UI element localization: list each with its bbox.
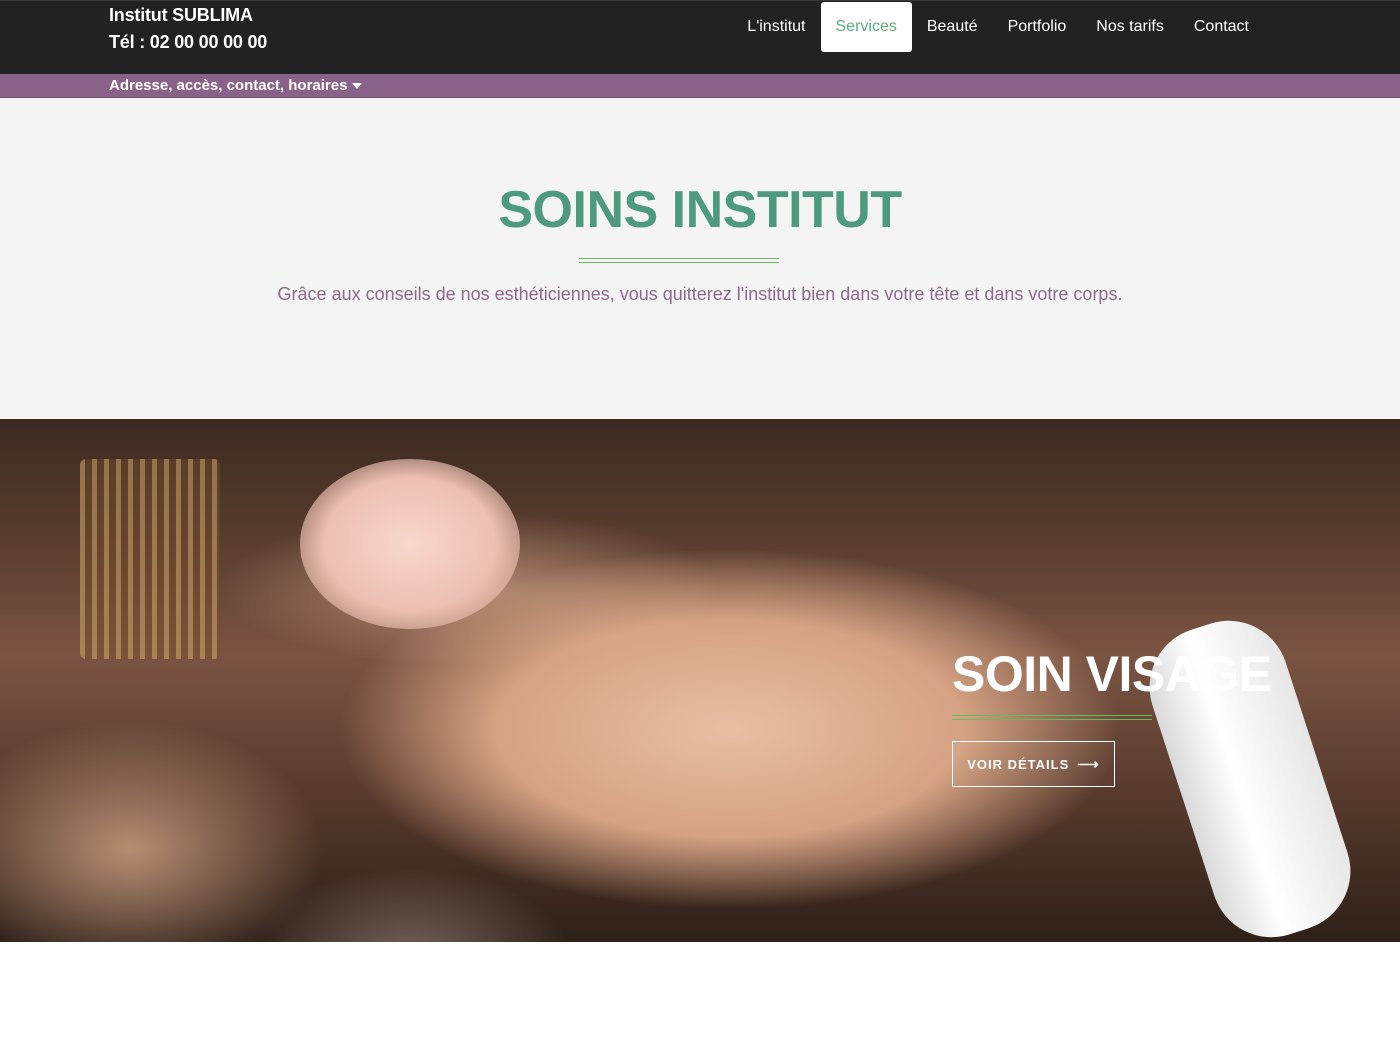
brand-name[interactable]: Institut SUBLIMA xyxy=(109,5,253,26)
hero-background-rose xyxy=(300,459,520,629)
intro-text: Grâce aux conseils de nos esthéticiennes… xyxy=(277,284,1123,304)
nav-item-services[interactable]: Services xyxy=(820,2,912,52)
address-dropdown-toggle[interactable]: Adresse, accès, contact, horaires xyxy=(109,77,363,94)
page-title: SOINS INSTITUT xyxy=(498,181,902,239)
hero-divider xyxy=(952,715,1152,720)
main-nav: L'institut Services Beauté Portfolio Nos… xyxy=(732,2,1264,52)
brand-phone[interactable]: Tél : 02 00 00 00 00 xyxy=(109,32,267,53)
hero-title: SOIN VISAGE xyxy=(952,646,1272,702)
caret-down-icon xyxy=(352,82,363,89)
voir-details-label: VOIR DÉTAILS xyxy=(967,756,1070,772)
hero-background-diffuser xyxy=(80,459,220,659)
nav-item-beaute[interactable]: Beauté xyxy=(912,2,993,52)
nav-item-nos-tarifs[interactable]: Nos tarifs xyxy=(1081,2,1179,52)
top-navbar: Institut SUBLIMA Tél : 02 00 00 00 00 L'… xyxy=(0,0,1400,74)
hero-banner: SOIN VISAGE VOIR DÉTAILS ⟶ xyxy=(0,419,1400,942)
info-bar: Adresse, accès, contact, horaires xyxy=(0,74,1400,98)
nav-item-linstitut[interactable]: L'institut xyxy=(732,2,820,52)
title-divider xyxy=(579,258,779,263)
nav-item-contact[interactable]: Contact xyxy=(1179,2,1264,52)
voir-details-button[interactable]: VOIR DÉTAILS ⟶ xyxy=(952,741,1115,787)
address-dropdown-label: Adresse, accès, contact, horaires xyxy=(109,77,348,94)
intro-section: SOINS INSTITUT Grâce aux conseils de nos… xyxy=(0,98,1400,419)
arrow-right-icon: ⟶ xyxy=(1077,756,1100,773)
nav-item-portfolio[interactable]: Portfolio xyxy=(993,2,1082,52)
